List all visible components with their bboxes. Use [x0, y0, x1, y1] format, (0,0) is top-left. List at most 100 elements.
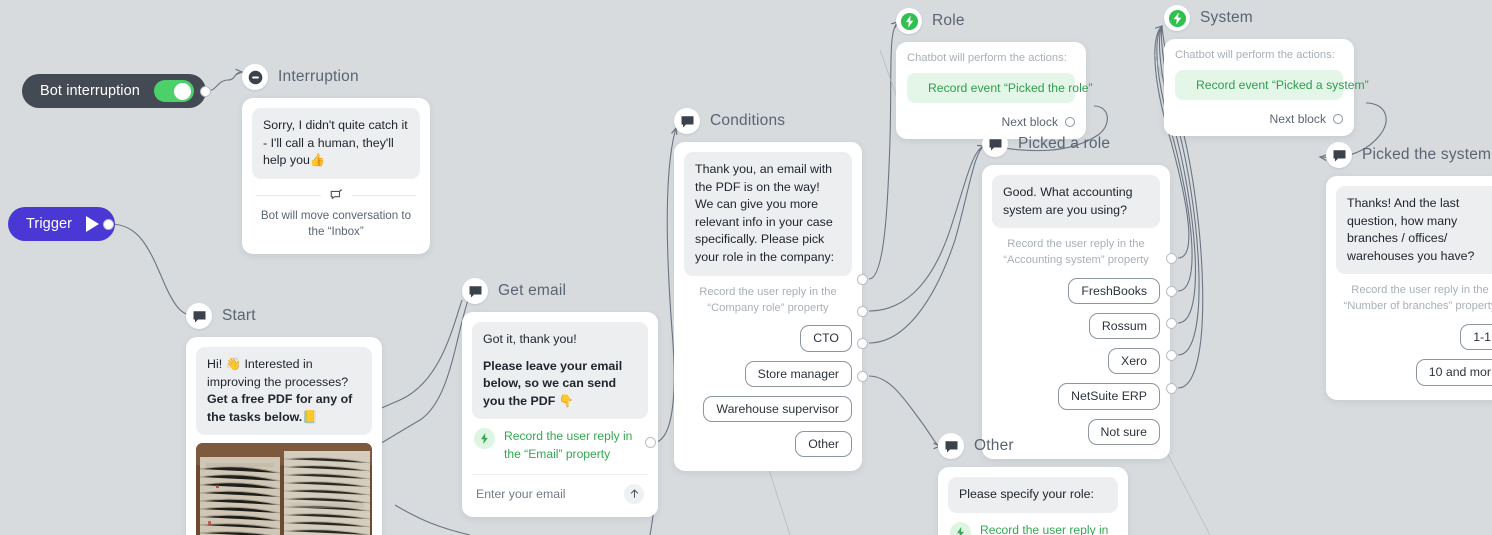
conditions-hint: Record the user reply in the “Company ro…: [699, 285, 837, 314]
conditions-option[interactable]: CTO: [800, 325, 852, 352]
interruption-title: Interruption: [278, 68, 359, 85]
interruption-card[interactable]: Sorry, I didn't quite catch it - I'll ca…: [242, 98, 430, 255]
start-image: [196, 443, 372, 535]
system-hint: Chatbot will perform the actions:: [1175, 49, 1335, 61]
start-message-line1: Hi! 👋 Interested in improving the proces…: [207, 357, 349, 389]
role-next-block-row[interactable]: Next block: [907, 115, 1075, 129]
start-title: Start: [222, 307, 256, 324]
role-next-port[interactable]: [1065, 117, 1075, 127]
chat-bubble-icon: [462, 278, 488, 304]
system-next-port[interactable]: [1333, 114, 1343, 124]
role-hint: Chatbot will perform the actions:: [907, 52, 1067, 64]
node-conditions[interactable]: Conditions Thank you, an email with the …: [674, 108, 862, 472]
role-next-label: Next block: [1001, 115, 1058, 129]
get-email-title: Get email: [498, 282, 567, 299]
system-title: System: [1200, 9, 1253, 26]
system-card[interactable]: Chatbot will perform the actions: Record…: [1164, 39, 1369, 136]
interruption-footer-separator: [252, 179, 420, 208]
picked-a-role-port-xero[interactable]: [1166, 318, 1177, 329]
picked-the-system-card[interactable]: Thanks! And the last question, how many …: [1326, 176, 1492, 400]
system-next-block-row[interactable]: Next block: [1175, 112, 1343, 126]
conditions-option[interactable]: Warehouse supervisor: [703, 395, 852, 422]
other-title: Other: [974, 437, 1014, 454]
picked-the-system-hint: Record the user reply in the “Number of …: [1343, 284, 1492, 313]
role-card[interactable]: Chatbot will perform the actions: Record…: [896, 42, 1093, 139]
conditions-message-line2: We can give you more relevant info in yo…: [695, 197, 835, 265]
get-email-header: Get email: [462, 278, 658, 304]
chat-bubble-icon: [938, 433, 964, 459]
conditions-options: CTO Store manager Warehouse supervisor O…: [684, 323, 852, 458]
picked-a-role-port-freshbooks[interactable]: [1166, 253, 1177, 264]
get-email-output-port[interactable]: [645, 437, 656, 448]
node-get-email[interactable]: Get email Got it, thank you! Please leav…: [462, 278, 658, 517]
interruption-footer-text: Bot will move conversation to the “Inbox…: [260, 208, 412, 239]
trigger-output-port[interactable]: [103, 219, 114, 230]
pause-circle-icon: [242, 64, 268, 90]
lightning-bolt-icon: [950, 521, 971, 535]
get-email-message: Got it, thank you! Please leave your ema…: [472, 322, 648, 420]
chat-bubble-icon: [674, 108, 700, 134]
get-email-message-line1: Got it, thank you!: [483, 332, 577, 346]
system-action-pill[interactable]: Record event “Picked a system”: [1175, 70, 1369, 100]
conditions-port-other[interactable]: [857, 371, 868, 382]
conditions-card[interactable]: Thank you, an email with the PDF is on t…: [674, 142, 862, 472]
start-card[interactable]: Hi! 👋 Interested in improving the proces…: [186, 337, 382, 535]
bot-interruption-pill[interactable]: Bot interruption: [22, 74, 206, 108]
email-input-placeholder[interactable]: Enter your email: [476, 487, 566, 501]
arrow-up-icon[interactable]: [624, 483, 644, 504]
role-title: Role: [932, 12, 965, 29]
interruption-message: Sorry, I didn't quite catch it - I'll ca…: [252, 108, 420, 179]
node-other[interactable]: Other Please specify your role: Record t…: [938, 433, 1128, 535]
picked-the-system-header: Picked the system: [1326, 142, 1492, 168]
picked-a-role-option[interactable]: Xero: [1108, 348, 1160, 375]
picked-a-role-port-rossum[interactable]: [1166, 286, 1177, 297]
picked-a-role-option[interactable]: Rossum: [1088, 313, 1160, 340]
system-next-label: Next block: [1269, 112, 1326, 126]
get-email-action-text: Record the user reply in the “Email” pro…: [504, 429, 633, 461]
get-email-card[interactable]: Got it, thank you! Please leave your ema…: [462, 312, 658, 517]
flow-canvas[interactable]: Bot interruption Trigger Interruption So…: [0, 0, 1492, 535]
conditions-port-warehouse-supervisor[interactable]: [857, 338, 868, 349]
conditions-option[interactable]: Other: [795, 430, 852, 458]
node-picked-the-system[interactable]: Picked the system Thanks! And the last q…: [1326, 142, 1492, 400]
conditions-option[interactable]: Store manager: [744, 360, 852, 387]
lightning-bolt-icon: [896, 8, 922, 34]
get-email-input-row[interactable]: Enter your email: [472, 473, 648, 507]
picked-the-system-option[interactable]: 10 and mor: [1415, 359, 1492, 386]
get-email-message-line2: Please leave your email below, so we can…: [483, 358, 623, 408]
role-action-pill[interactable]: Record event “Picked the role”: [907, 73, 1093, 103]
bot-interruption-toggle[interactable]: [153, 80, 194, 102]
bot-interruption-label: Bot interruption: [40, 83, 140, 99]
get-email-action: Record the user reply in the “Email” pro…: [472, 419, 648, 471]
picked-the-system-options: 1-1 10 and mor: [1336, 322, 1492, 386]
picked-a-role-options: FreshBooks Rossum Xero NetSuite ERP Not …: [992, 276, 1160, 445]
picked-the-system-message: Thanks! And the last question, how many …: [1336, 186, 1492, 275]
conditions-message-line1: Thank you, an email with the PDF is on t…: [695, 162, 833, 194]
start-header: Start: [186, 303, 382, 329]
node-role[interactable]: Role Chatbot will perform the actions: R…: [896, 8, 1093, 139]
conditions-port-store-manager[interactable]: [857, 306, 868, 317]
picked-a-role-port-not-sure[interactable]: [1166, 383, 1177, 394]
trigger-label: Trigger: [26, 216, 73, 232]
chat-bubble-icon: [186, 303, 212, 329]
node-picked-a-role[interactable]: Picked a role Good. What accounting syst…: [982, 131, 1170, 459]
conditions-port-cto[interactable]: [857, 274, 868, 285]
picked-a-role-port-netsuite[interactable]: [1166, 350, 1177, 361]
picked-a-role-title: Picked a role: [1018, 135, 1111, 152]
other-message: Please specify your role:: [948, 477, 1118, 513]
node-start[interactable]: Start Hi! 👋 Interested in improving the …: [186, 303, 382, 535]
picked-the-system-option[interactable]: 1-1: [1460, 324, 1492, 351]
interruption-header: Interruption: [242, 64, 430, 90]
conditions-message: Thank you, an email with the PDF is on t…: [684, 152, 852, 276]
other-header: Other: [938, 433, 1128, 459]
node-interruption[interactable]: Interruption Sorry, I didn't quite catch…: [242, 64, 430, 255]
picked-a-role-card[interactable]: Good. What accounting system are you usi…: [982, 165, 1170, 459]
picked-a-role-option[interactable]: NetSuite ERP: [1058, 383, 1160, 410]
start-message-line2: Get a free PDF for any of the tasks belo…: [207, 392, 353, 424]
other-card[interactable]: Please specify your role: Record the use…: [938, 467, 1128, 535]
picked-a-role-option[interactable]: FreshBooks: [1068, 278, 1160, 305]
trigger-pill[interactable]: Trigger: [8, 207, 116, 241]
node-system[interactable]: System Chatbot will perform the actions:…: [1164, 5, 1369, 136]
bot-interruption-output-port[interactable]: [200, 86, 211, 97]
role-action-text: Record event “Picked the role”: [928, 81, 1093, 95]
